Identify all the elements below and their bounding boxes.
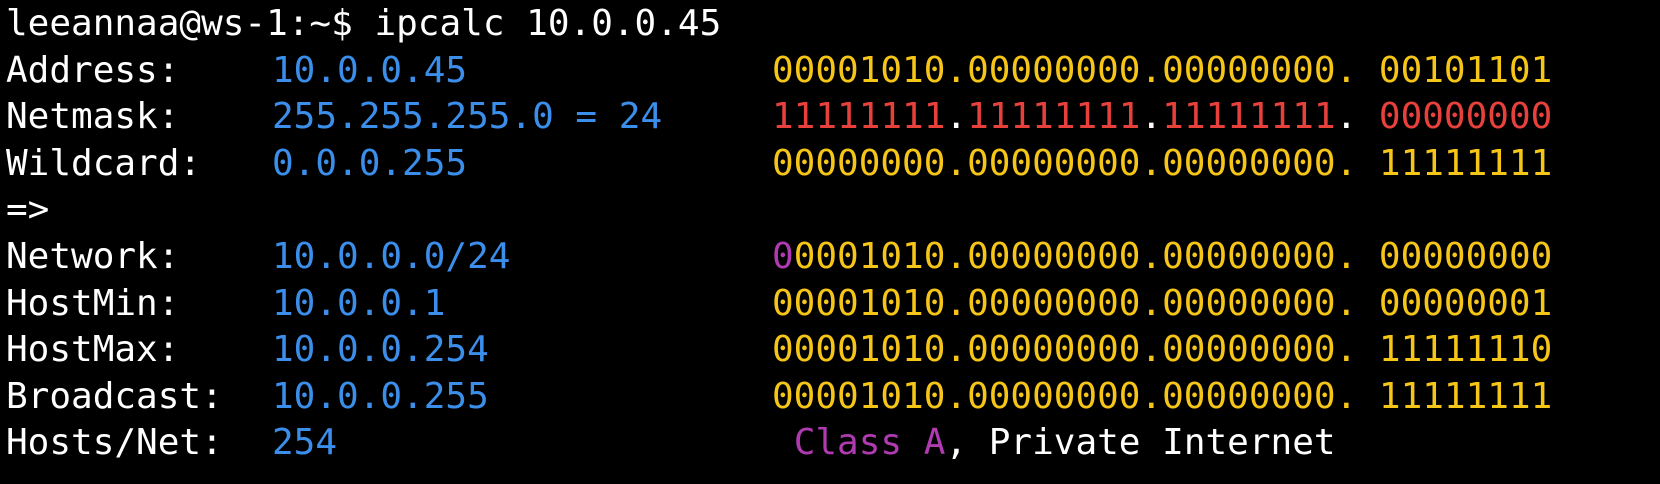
address-label: Address: — [6, 50, 180, 91]
wildcard-binary-prefix: 00000000.00000000.00000000. — [772, 143, 1358, 184]
network-binary-host: 00000000 — [1378, 236, 1553, 277]
class-label: Class A — [793, 422, 946, 463]
netmask-binary: 11111111.11111111.11111111. 00000000 — [772, 96, 1553, 137]
netmask-octet-4: 00000000 — [1378, 96, 1553, 137]
hostmin-value: 10.0.0.1 — [272, 283, 446, 324]
network-class-info: Class A, Private Internet — [772, 420, 1336, 466]
netmask-octet-1: 11111111 — [772, 96, 946, 137]
address-binary: 00001010.00000000.00000000. 00101101 — [772, 48, 1552, 94]
terminal-window[interactable]: leeannaa@ws-1:~$ ipcalc 10.0.0.45 Addres… — [0, 0, 1660, 484]
broadcast-binary-prefix: 00001010.00000000.00000000. — [772, 376, 1358, 417]
hostmin-binary-prefix: 00001010.00000000.00000000. — [772, 283, 1358, 324]
hostmax-label: HostMax: — [6, 329, 180, 370]
arrow-separator: => — [6, 189, 50, 230]
address-binary-prefix: 00001010.00000000.00000000. — [772, 50, 1358, 91]
netmask-value: 255.255.255.0 = 24 — [272, 96, 663, 137]
netmask-octet-2: 11111111 — [967, 96, 1141, 137]
network-label: Network: — [6, 236, 180, 277]
network-class-bit: 0 — [772, 236, 794, 277]
broadcast-binary-host: 11111111 — [1378, 376, 1553, 417]
hosts-per-net-value: 254 — [272, 422, 338, 463]
hostmin-binary-host: 00000001 — [1378, 283, 1553, 324]
wildcard-value: 0.0.0.255 — [272, 143, 468, 184]
hostmax-binary: 00001010.00000000.00000000. 11111110 — [772, 327, 1552, 373]
hostmin-label: HostMin: — [6, 283, 180, 324]
command-prompt: leeannaa@ws-1:~$ ipcalc 10.0.0.45 — [6, 3, 722, 44]
network-binary: 00001010.00000000.00000000. 00000000 — [772, 234, 1552, 280]
broadcast-value: 10.0.0.255 — [272, 376, 489, 417]
class-suffix: , Private Internet — [945, 422, 1336, 463]
hostmax-binary-prefix: 00001010.00000000.00000000. — [772, 329, 1358, 370]
hostmax-binary-host: 11111110 — [1378, 329, 1553, 370]
address-binary-host: 00101101 — [1378, 50, 1553, 91]
netmask-label: Netmask: — [6, 96, 180, 137]
hostmax-value: 10.0.0.254 — [272, 329, 489, 370]
netmask-octet-3: 11111111 — [1162, 96, 1336, 137]
wildcard-binary-host: 11111111 — [1378, 143, 1553, 184]
broadcast-binary: 00001010.00000000.00000000. 11111111 — [772, 374, 1552, 420]
network-value: 10.0.0.0/24 — [272, 236, 511, 277]
wildcard-label: Wildcard: — [6, 143, 202, 184]
broadcast-label: Broadcast: — [6, 376, 223, 417]
address-value: 10.0.0.45 — [272, 50, 468, 91]
hosts-per-net-label: Hosts/Net: — [6, 422, 223, 463]
network-binary-prefix: 0001010.00000000.00000000. — [793, 236, 1358, 277]
hostmin-binary: 00001010.00000000.00000000. 00000001 — [772, 281, 1552, 327]
wildcard-binary: 00000000.00000000.00000000. 11111111 — [772, 141, 1552, 187]
